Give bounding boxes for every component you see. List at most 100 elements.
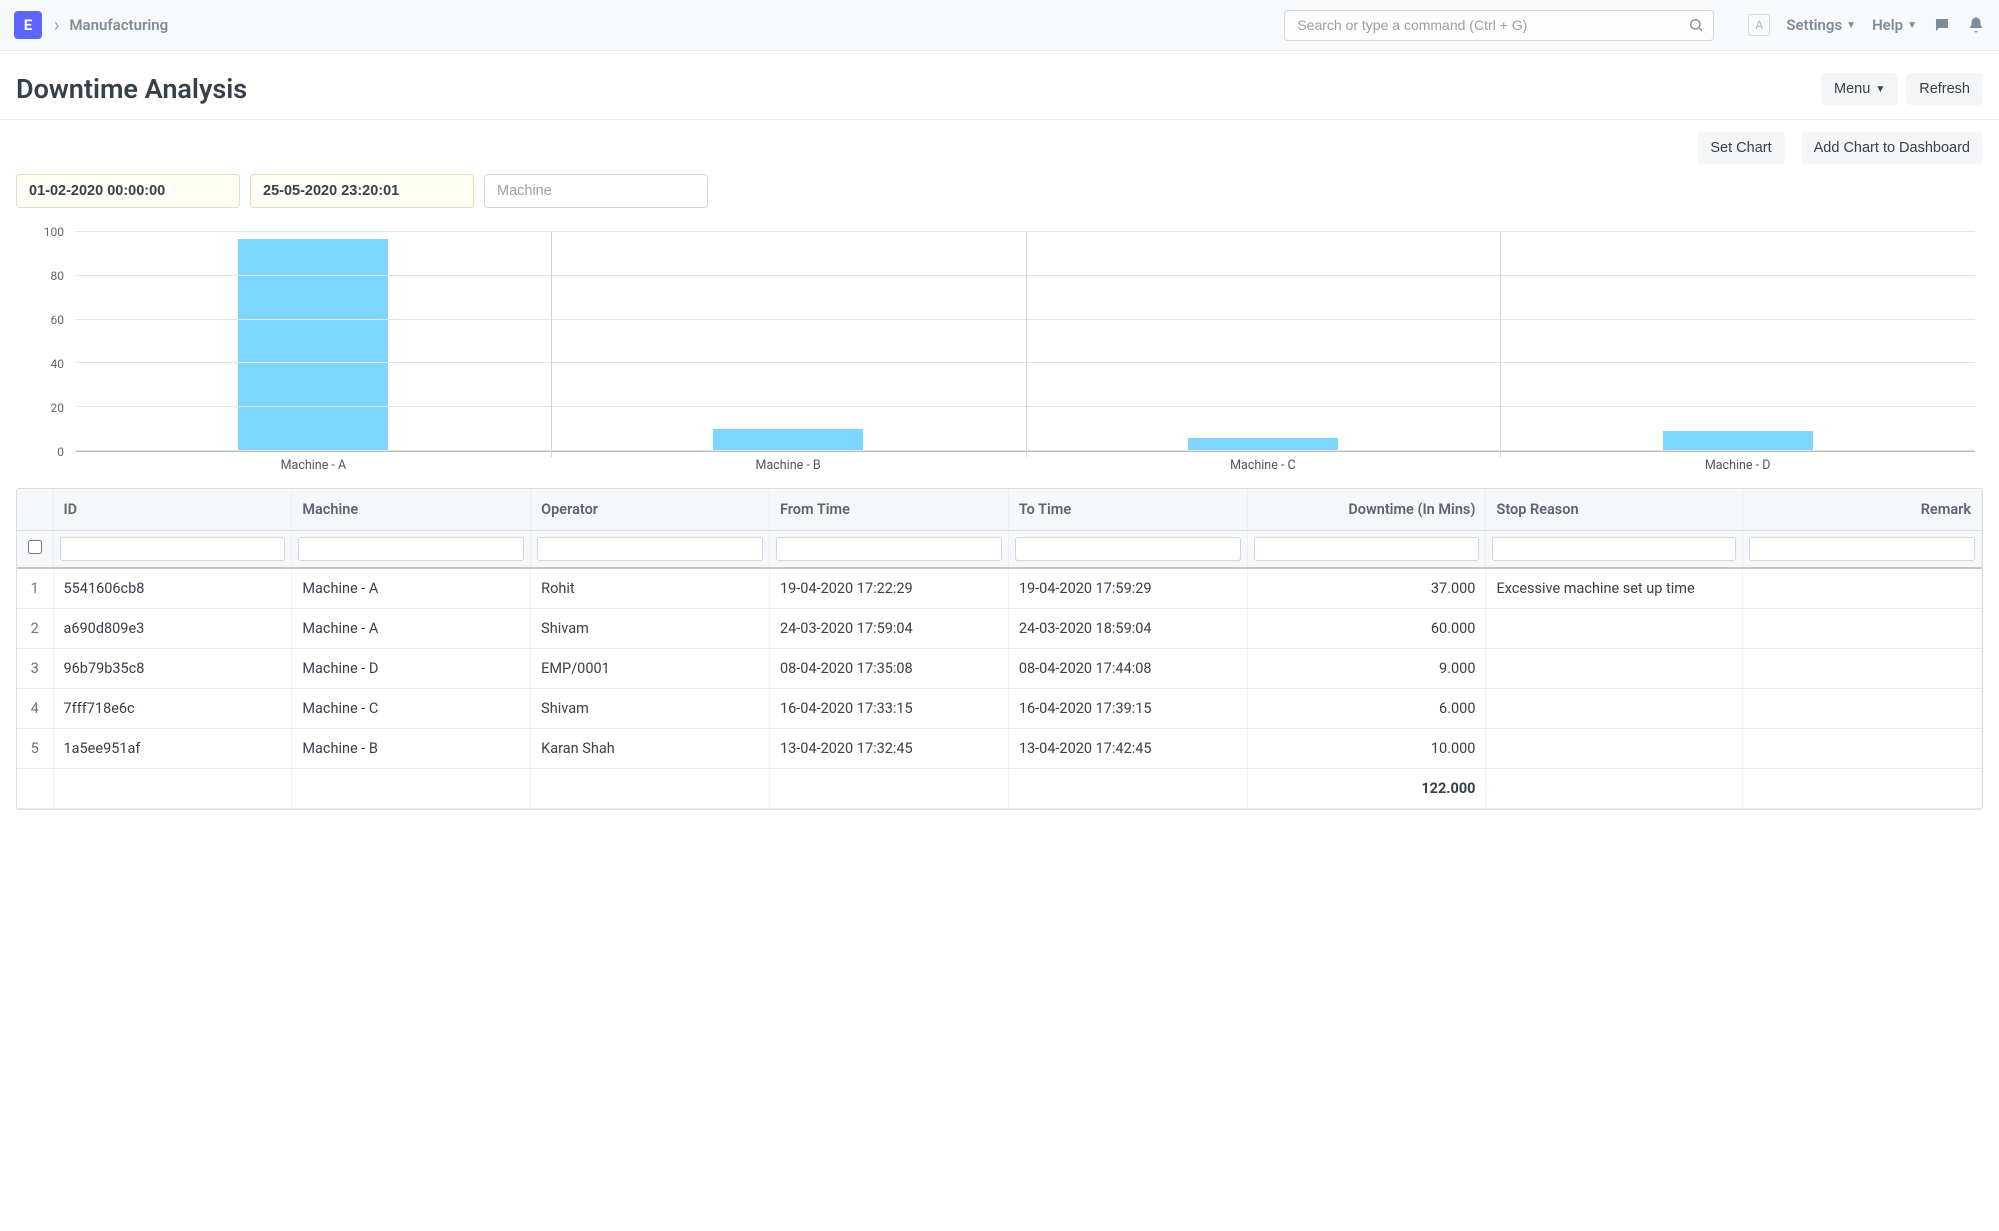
col-from-time[interactable]: From Time [769,489,1008,531]
bar-slot [551,232,1026,451]
col-remark[interactable]: Remark [1743,489,1982,531]
filter-downtime[interactable] [1254,537,1480,561]
bell-icon[interactable] [1967,16,1985,34]
navbar-right: A Settings ▼ Help ▼ [1748,14,1985,36]
col-id[interactable]: ID [53,489,292,531]
cell-machine: Machine - C [292,689,531,729]
machine-filter-input[interactable] [484,174,708,208]
table-row[interactable]: 15541606cb8Machine - ARohit19-04-2020 17… [17,568,1982,609]
avatar[interactable]: A [1748,14,1770,36]
downtime-bar-chart: 020406080100 Machine - AMachine - BMachi… [16,222,1983,482]
refresh-button[interactable]: Refresh [1906,73,1983,105]
table-total-row: 122.000 [17,769,1982,809]
chat-icon[interactable] [1933,16,1951,34]
col-machine[interactable]: Machine [292,489,531,531]
row-number: 2 [17,609,53,649]
caret-down-icon: ▼ [1846,20,1856,31]
cell-machine: Machine - D [292,649,531,689]
navbar: E › Manufacturing A Settings ▼ Help ▼ [0,0,1999,51]
cell-operator: Shivam [531,609,770,649]
cell-stop-reason: Excessive machine set up time [1486,568,1743,609]
y-tick: 20 [51,401,65,415]
menu-button[interactable]: Menu ▼ [1821,73,1898,105]
filter-operator[interactable] [537,537,763,561]
col-to-time[interactable]: To Time [1008,489,1247,531]
app-logo[interactable]: E [14,11,42,39]
x-label: Machine - A [76,458,551,476]
cell-to-time: 13-04-2020 17:42:45 [1008,729,1247,769]
downtime-table: ID Machine Operator From Time To Time Do… [16,488,1983,810]
cell-id[interactable]: 1a5ee951af [53,729,292,769]
cell-downtime: 6.000 [1247,689,1486,729]
gridline-vertical [1026,232,1027,457]
to-date-input[interactable] [250,174,474,208]
gridline-vertical [1500,232,1501,457]
header-checkbox [17,489,53,531]
filter-remark[interactable] [1749,537,1975,561]
y-tick: 60 [51,313,65,327]
table-row[interactable]: 47fff718e6cMachine - CShivam16-04-2020 1… [17,689,1982,729]
y-tick: 80 [51,269,65,283]
cell-operator: EMP/0001 [531,649,770,689]
cell-id[interactable]: 5541606cb8 [53,568,292,609]
cell-id[interactable]: 7fff718e6c [53,689,292,729]
cell-id[interactable]: 96b79b35c8 [53,649,292,689]
cell-to-time: 08-04-2020 17:44:08 [1008,649,1247,689]
from-date-input[interactable] [16,174,240,208]
cell-stop-reason [1486,729,1743,769]
filter-id[interactable] [60,537,286,561]
cell-remark [1743,729,1982,769]
cell-to-time: 24-03-2020 18:59:04 [1008,609,1247,649]
col-downtime[interactable]: Downtime (In Mins) [1247,489,1486,531]
bar[interactable] [713,429,863,451]
table-row[interactable]: 2a690d809e3Machine - AShivam24-03-2020 1… [17,609,1982,649]
help-label: Help [1872,16,1903,34]
bar-slot [1026,232,1501,451]
chart-plot-area [76,232,1975,452]
settings-menu[interactable]: Settings ▼ [1786,16,1856,34]
bar[interactable] [1663,431,1813,451]
cell-operator: Karan Shah [531,729,770,769]
cell-id[interactable]: a690d809e3 [53,609,292,649]
table-filter-row [17,531,1982,569]
search-input[interactable] [1284,10,1714,41]
bar[interactable] [238,239,388,451]
caret-down-icon: ▼ [1907,20,1917,31]
cell-stop-reason [1486,689,1743,729]
bar-slot [1500,232,1975,451]
filter-stop-reason[interactable] [1492,537,1736,561]
filter-to-time[interactable] [1015,537,1241,561]
cell-from-time: 08-04-2020 17:35:08 [769,649,1008,689]
filter-from-time[interactable] [776,537,1002,561]
col-stop-reason[interactable]: Stop Reason [1486,489,1743,531]
set-chart-button[interactable]: Set Chart [1697,132,1784,164]
select-all-checkbox[interactable] [28,540,42,554]
add-chart-to-dashboard-button[interactable]: Add Chart to Dashboard [1801,132,1983,164]
cell-downtime: 9.000 [1247,649,1486,689]
page-header: Downtime Analysis Menu ▼ Refresh [0,51,1999,120]
x-label: Machine - B [551,458,1026,476]
cell-downtime: 60.000 [1247,609,1486,649]
cell-downtime: 10.000 [1247,729,1486,769]
breadcrumb[interactable]: Manufacturing [69,16,168,34]
logo-letter: E [24,16,32,34]
y-tick: 0 [57,445,64,459]
cell-from-time: 16-04-2020 17:33:15 [769,689,1008,729]
row-number: 1 [17,568,53,609]
table-row[interactable]: 51a5ee951afMachine - BKaran Shah13-04-20… [17,729,1982,769]
chevron-right-icon: › [54,15,59,36]
page-title: Downtime Analysis [16,73,1813,105]
cell-stop-reason [1486,649,1743,689]
cell-downtime: 37.000 [1247,568,1486,609]
cell-from-time: 24-03-2020 17:59:04 [769,609,1008,649]
x-label: Machine - C [1026,458,1501,476]
gridline-vertical [551,232,552,457]
col-operator[interactable]: Operator [531,489,770,531]
avatar-letter: A [1755,18,1763,32]
search-icon[interactable] [1688,17,1704,33]
set-chart-label: Set Chart [1710,140,1771,156]
help-menu[interactable]: Help ▼ [1872,16,1917,34]
bar-slot [76,232,551,451]
table-row[interactable]: 396b79b35c8Machine - DEMP/000108-04-2020… [17,649,1982,689]
filter-machine[interactable] [298,537,524,561]
